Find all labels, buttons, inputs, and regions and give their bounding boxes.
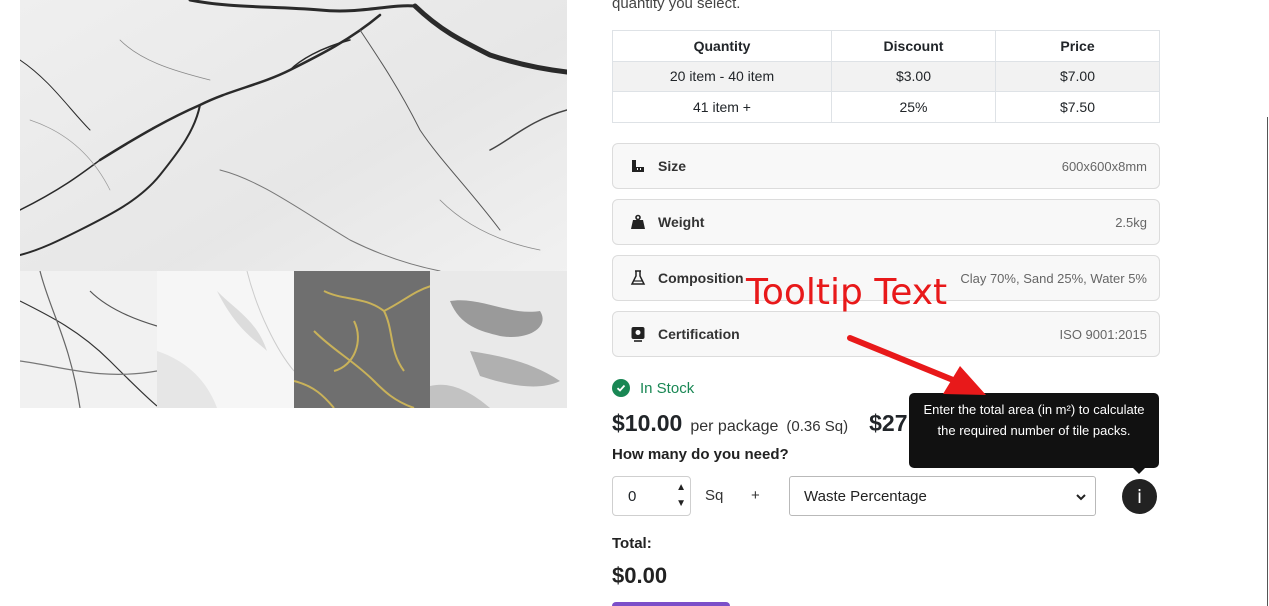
annotation-label: Tooltip Text [746, 272, 948, 313]
select-value: Waste Percentage [804, 487, 927, 505]
scrollbar[interactable] [1267, 117, 1268, 606]
spec-value: 600x600x8mm [1061, 158, 1147, 174]
column-header: Quantity [612, 30, 832, 62]
column-header: Price [995, 30, 1160, 62]
spec-label: Composition [658, 270, 744, 286]
total-label: Total: [612, 535, 652, 552]
plus-sign: + [751, 487, 760, 504]
spec-label: Size [658, 158, 687, 174]
info-button[interactable]: i [1122, 479, 1157, 514]
total-value: $0.00 [612, 563, 668, 588]
spec-label: Weight [658, 214, 705, 230]
annotation-arrow-icon [847, 335, 986, 395]
spec-value: 2.5kg [1115, 214, 1147, 230]
waste-percentage-select[interactable]: Waste Percentage [789, 476, 1096, 516]
product-main-image [20, 0, 567, 271]
quantity-stepper[interactable]: ▲ ▼ [676, 480, 686, 512]
tooltip-arrow [1132, 467, 1146, 474]
flask-icon [629, 269, 647, 287]
thumbnail-1[interactable] [20, 271, 157, 408]
spec-value: ISO 9001:2015 [1059, 326, 1147, 342]
price-main: $10.00 [612, 410, 683, 436]
table-cell: 20 item - 40 item [612, 60, 832, 92]
thumbnail-2[interactable] [156, 271, 294, 408]
column-header: Discount [831, 30, 996, 62]
quantity-prompt: How many do you need? [612, 446, 789, 463]
spec-value: Clay 70%, Sand 25%, Water 5% [960, 270, 1147, 286]
certificate-icon [629, 325, 647, 343]
spec-size: Size 600x600x8mm [612, 143, 1160, 189]
quantity-unit: Sq [705, 487, 724, 504]
table-cell: 41 item + [612, 91, 832, 123]
table-cell: $7.50 [995, 91, 1160, 123]
chevron-down-icon [1075, 490, 1087, 507]
check-circle-icon [612, 379, 630, 397]
thumbnail-3[interactable] [293, 271, 431, 408]
table-cell: $7.00 [995, 60, 1160, 92]
stock-status: In Stock [612, 379, 694, 397]
thumbnail-strip [20, 271, 567, 408]
table-row: 20 item - 40 item $3.00 $7.00 [612, 60, 1160, 92]
intro-text: quantity you select. [612, 0, 741, 12]
price-per-sq: (0.36 Sq) [786, 418, 849, 435]
quantity-input[interactable]: 0 ▲ ▼ [612, 476, 691, 516]
price-secondary: $27. [869, 410, 914, 436]
weight-icon [629, 213, 647, 231]
add-to-cart-button[interactable] [612, 602, 730, 606]
ruler-icon [629, 157, 647, 175]
price-unit: per package [690, 418, 779, 435]
quantity-value: 0 [628, 487, 637, 505]
stock-label: In Stock [640, 379, 695, 397]
table-cell: 25% [831, 91, 996, 123]
spin-down-icon[interactable]: ▼ [676, 496, 686, 512]
table-row: 41 item + 25% $7.50 [612, 91, 1160, 123]
table-cell: $3.00 [831, 60, 996, 92]
thumbnail-4[interactable] [430, 271, 567, 408]
discount-table: Quantity Discount Price 20 item - 40 ite… [612, 30, 1160, 123]
spec-weight: Weight 2.5kg [612, 199, 1160, 245]
spec-label: Certification [658, 326, 740, 342]
price-row: $10.00 per package (0.36 Sq) $27. [612, 410, 914, 437]
spin-up-icon[interactable]: ▲ [676, 480, 686, 496]
